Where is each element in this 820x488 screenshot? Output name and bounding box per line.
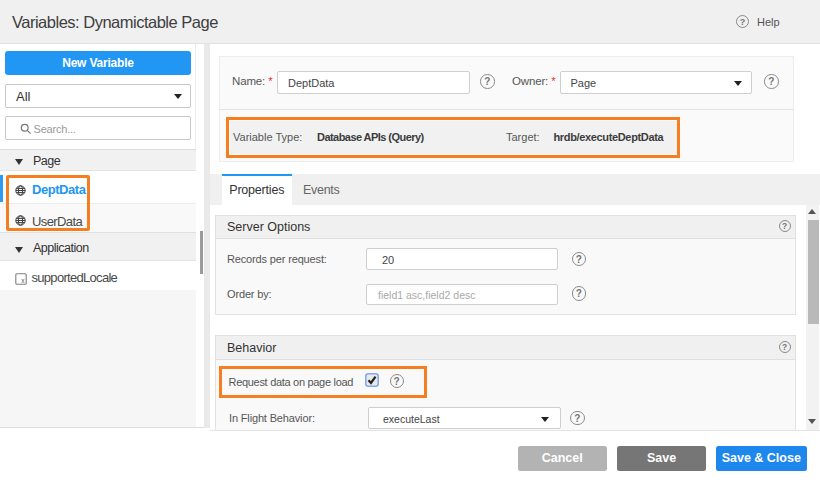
svg-text:x: x — [21, 276, 25, 283]
